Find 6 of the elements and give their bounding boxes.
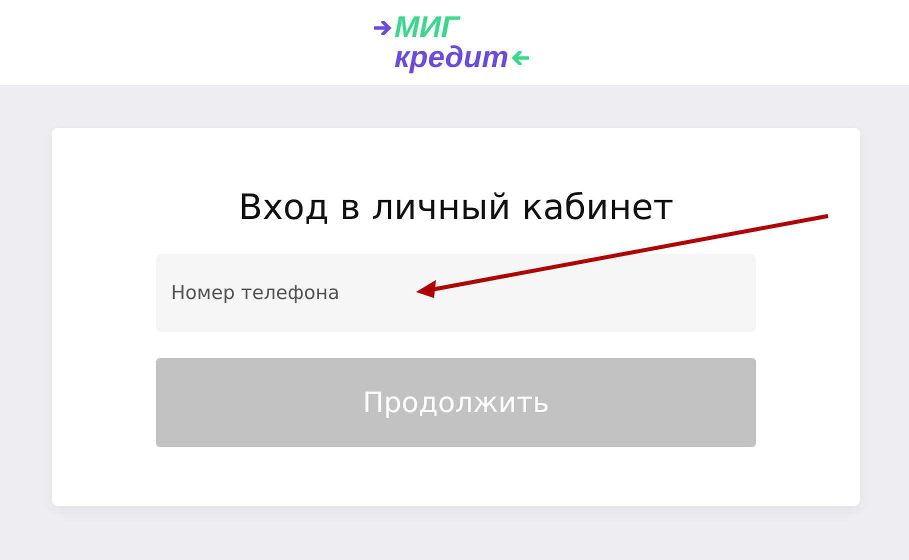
arrow-icon [374, 20, 392, 34]
logo-text: МИГ [394, 12, 460, 42]
arrow-icon [510, 50, 529, 64]
page-title: Вход в личный кабинет [238, 187, 674, 230]
logo-text: кредит [394, 42, 509, 72]
phone-field[interactable]: Номер телефона [156, 254, 756, 332]
